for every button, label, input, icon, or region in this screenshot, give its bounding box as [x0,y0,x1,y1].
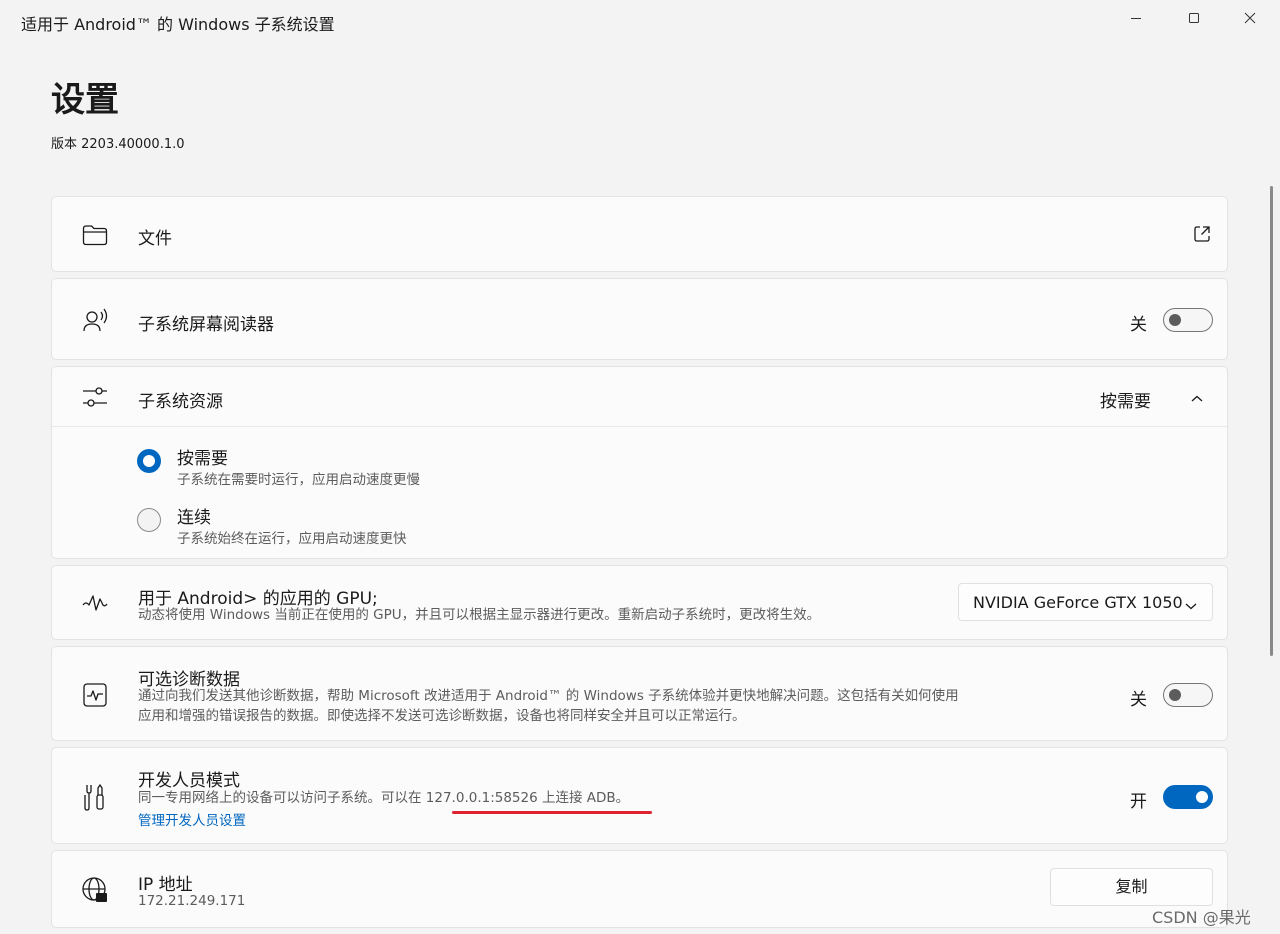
ip-card: IP 地址 172.21.249.171 复制 [51,850,1228,928]
gpu-desc: 动态将使用 Windows 当前正在使用的 GPU，并且可以根据主显示器进行更改… [138,607,821,623]
option-continuous-desc: 子系统始终在运行，应用启动速度更快 [177,531,407,547]
screen-reader-card: 子系统屏幕阅读器 关 [51,278,1228,360]
minimize-button[interactable] [1108,4,1164,32]
pulse-icon [80,680,110,710]
close-button[interactable] [1222,4,1278,32]
diagnostics-card: 可选诊断数据 通过向我们发送其他诊断数据，帮助 Microsoft 改进适用于 … [51,646,1228,741]
gpu-card: 用于 Android> 的应用的 GPU; 动态将使用 Windows 当前正在… [51,565,1228,640]
sliders-icon [80,382,110,412]
resources-card: 子系统资源 按需要 按需要 子系统在需要时运行，应用启动速度更慢 连续 子系统始… [51,366,1228,559]
gpu-icon [80,588,110,618]
ip-value: 172.21.249.171 [138,893,246,909]
highlight-underline [452,811,652,814]
resources-header[interactable]: 子系统资源 按需要 [52,367,1227,427]
window-title: 适用于 Android™ 的 Windows 子系统设置 [21,15,335,34]
developer-card: 开发人员模式 同一专用网络上的设备可以访问子系统。可以在 127.0.0.1:5… [51,747,1228,844]
folder-icon [80,220,110,250]
screen-reader-state: 关 [1130,315,1147,335]
developer-desc: 同一专用网络上的设备可以访问子系统。可以在 127.0.0.1:58526 上连… [138,790,630,806]
radio-continuous[interactable] [137,508,161,532]
gpu-selected: NVIDIA GeForce GTX 1050 [973,593,1183,612]
screen-reader-label: 子系统屏幕阅读器 [138,315,274,335]
option-on-demand-label: 按需要 [177,449,228,469]
radio-on-demand[interactable] [137,449,161,473]
screen-reader-toggle[interactable] [1163,308,1213,332]
minimize-icon [1131,18,1141,19]
copy-button[interactable]: 复制 [1050,868,1213,906]
gpu-dropdown[interactable]: NVIDIA GeForce GTX 1050 [958,583,1213,621]
diagnostics-desc-line2: 应用和增强的错误报告的数据。即使选择不发送可选诊断数据，设备也将同样安全并且可以… [138,708,746,724]
chevron-up-icon[interactable] [1190,389,1204,408]
open-external-icon[interactable] [1192,224,1214,246]
option-on-demand-desc: 子系统在需要时运行，应用启动速度更慢 [177,472,420,488]
maximize-icon [1189,13,1199,23]
close-icon [1244,12,1256,24]
developer-state: 开 [1130,792,1147,812]
diagnostics-toggle[interactable] [1163,683,1213,707]
developer-toggle[interactable] [1163,785,1213,809]
title-bar: 适用于 Android™ 的 Windows 子系统设置 [0,0,1280,44]
tools-icon [80,782,110,812]
manage-developer-settings-link[interactable]: 管理开发人员设置 [138,809,246,829]
maximize-button[interactable] [1166,4,1222,32]
option-continuous-label: 连续 [177,508,211,528]
files-card[interactable]: 文件 [51,196,1228,272]
scrollbar[interactable] [1270,186,1273,656]
chevron-down-icon [1184,596,1198,615]
version-text: 版本 2203.40000.1.0 [51,137,185,152]
files-label: 文件 [138,229,172,249]
page-title: 设置 [51,80,119,120]
diagnostics-desc-line1: 通过向我们发送其他诊断数据，帮助 Microsoft 改进适用于 Android… [138,688,959,704]
globe-icon [80,875,110,905]
resources-label: 子系统资源 [138,392,223,412]
diagnostics-state: 关 [1130,690,1147,710]
resources-selected: 按需要 [1100,392,1151,412]
watermark: CSDN @果光 [1152,908,1251,927]
speech-icon [80,305,110,335]
